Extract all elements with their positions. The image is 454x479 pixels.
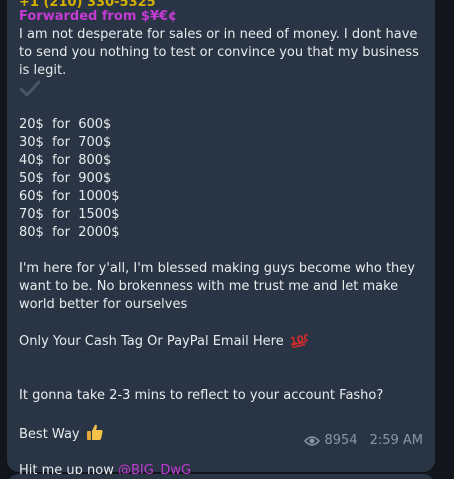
thumbs-up-icon bbox=[86, 424, 103, 440]
message-bubble[interactable]: +1 (210) 330-5325 Forwarded from $¥€¢ I … bbox=[7, 0, 435, 478]
blessed-text: I'm here for y'all, I'm blessed making g… bbox=[19, 261, 420, 312]
price-item: 80$ for 2000$ bbox=[19, 225, 120, 240]
price-item: 40$ for 800$ bbox=[19, 153, 112, 168]
message-meta: 8954 2:59 AM bbox=[304, 432, 423, 450]
chat-viewport: +1 (210) 330-5325 Forwarded from $¥€¢ I … bbox=[0, 0, 454, 479]
view-count: 8954 bbox=[324, 433, 358, 448]
price-item: 60$ for 1000$ bbox=[19, 189, 120, 204]
eye-icon bbox=[304, 436, 321, 446]
cash-tag-line: Only Your Cash Tag Or PayPal Email Here … bbox=[19, 332, 423, 351]
cash-tag-text: Only Your Cash Tag Or PayPal Email Here bbox=[19, 334, 284, 349]
intro-text: I am not desperate for sales or in need … bbox=[19, 27, 424, 78]
reflect-text: It gonna take 2-3 mins to reflect to you… bbox=[19, 388, 384, 403]
hundred-points-icon: 100 bbox=[290, 333, 308, 348]
price-item: 20$ for 600$ bbox=[19, 117, 112, 132]
message-time: 2:59 AM bbox=[369, 433, 423, 448]
contact-line[interactable]: +1 (210) 330-5325 bbox=[19, 0, 423, 8]
best-way-text: Best Way bbox=[19, 427, 80, 442]
price-list: 20$ for 600$ 30$ for 700$ 40$ for 800$ 5… bbox=[19, 116, 423, 242]
check-icon bbox=[19, 80, 41, 97]
price-item: 30$ for 700$ bbox=[19, 135, 112, 150]
price-item: 50$ for 900$ bbox=[19, 171, 112, 186]
next-message-bubble[interactable] bbox=[7, 474, 435, 479]
price-item: 70$ for 1500$ bbox=[19, 207, 120, 222]
forwarded-from-label[interactable]: Forwarded from $¥€¢ bbox=[19, 8, 423, 26]
